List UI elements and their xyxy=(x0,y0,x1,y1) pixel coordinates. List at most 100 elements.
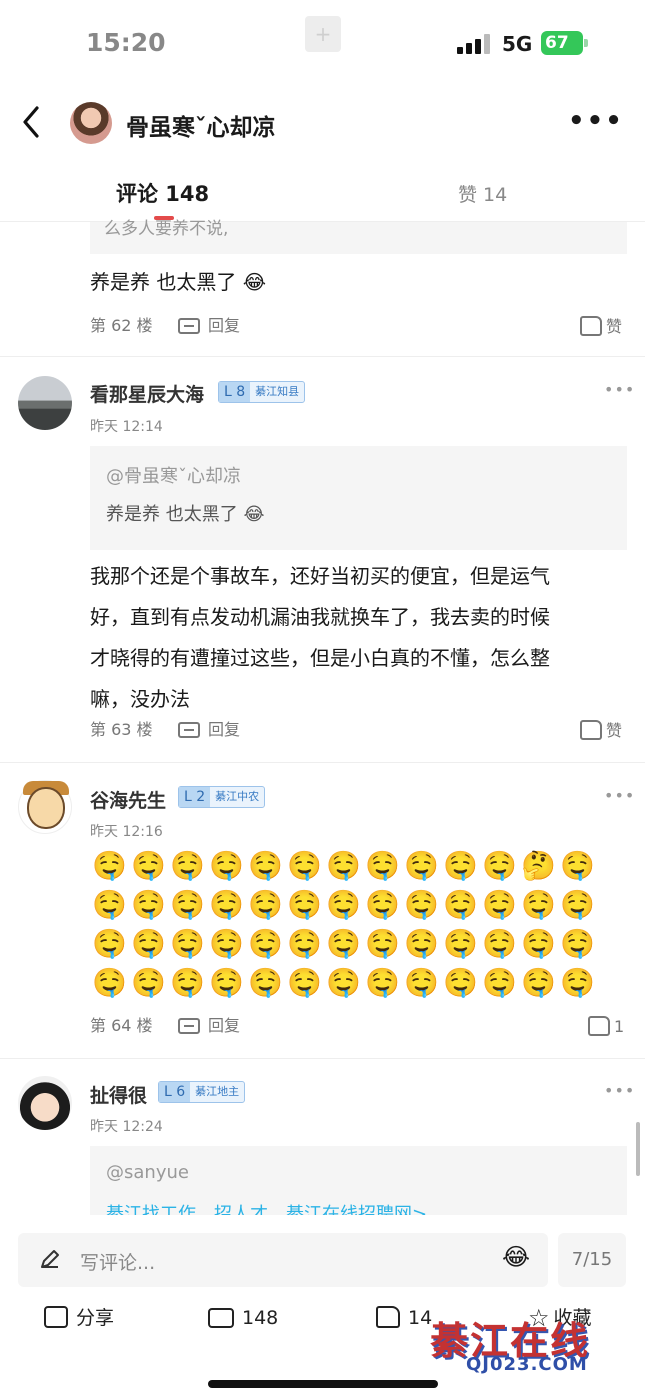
rank-title: 綦江中农 xyxy=(215,790,260,803)
scrollbar[interactable] xyxy=(636,1122,640,1176)
divider xyxy=(0,762,645,763)
emoji: 🤤 xyxy=(170,966,205,999)
avatar[interactable] xyxy=(18,780,72,834)
emoji: 🤤 xyxy=(560,966,595,999)
emoji: 🤤 xyxy=(326,888,361,921)
quoted-user: @sanyue xyxy=(106,1162,189,1183)
like-count: 1 xyxy=(614,1017,625,1036)
comment-text: 我那个还是个事故车，还好当初买的便宜，但是运气 好，直到有点发动机漏油我就换车了… xyxy=(90,556,550,720)
emoji: 🤤 xyxy=(131,849,166,882)
tab-likes[interactable]: 赞 14 xyxy=(458,180,507,207)
back-icon[interactable] xyxy=(18,104,48,140)
floor-label: 第 62 楼 xyxy=(90,316,153,335)
reply-label: 回复 xyxy=(208,1016,241,1035)
avatar[interactable] xyxy=(18,1076,72,1130)
emoji: 🤤 xyxy=(131,888,166,921)
floor-label: 第 63 楼 xyxy=(90,720,153,739)
emoji: 🤤 xyxy=(326,927,361,960)
signal-icon xyxy=(457,34,491,54)
share-icon xyxy=(44,1306,68,1328)
emoji: 🤤 xyxy=(170,849,205,882)
home-indicator[interactable] xyxy=(208,1380,438,1388)
comment-button[interactable]: 148 xyxy=(208,1303,278,1333)
emoji: 🤤 xyxy=(560,849,595,882)
emoji: 🤤 xyxy=(482,966,517,999)
emoji: 🤤 xyxy=(560,888,595,921)
username[interactable]: 看那星辰大海 xyxy=(90,380,204,407)
emoji: 🤤 xyxy=(404,966,439,999)
emoji: 🤤 xyxy=(170,888,205,921)
tab-comments[interactable]: 评论 148 xyxy=(116,178,209,208)
more-icon[interactable]: ••• xyxy=(568,106,622,136)
like-post-button[interactable]: 14 xyxy=(376,1303,432,1333)
emoji-icon[interactable]: 😂 xyxy=(502,1243,530,1271)
emoji-row: 🤤 🤤 🤤 🤤 🤤 🤤 🤤 🤤 🤤 🤤 🤤 🤤 🤤 xyxy=(90,963,610,1002)
reply-button[interactable]: 回复 xyxy=(178,314,240,338)
emoji: 🤤 xyxy=(92,888,127,921)
nav-bar: 骨虽寒ˇ心却凉 ••• xyxy=(0,88,645,156)
reply-icon xyxy=(178,318,200,334)
quoted-comment: 么多人要养不说, xyxy=(90,219,627,254)
emoji: 🤤 xyxy=(209,849,244,882)
username[interactable]: 谷海先生 xyxy=(90,786,166,813)
emoji-row: 🤤 🤤 🤤 🤤 🤤 🤤 🤤 🤤 🤤 🤤 🤤 🤤 🤤 xyxy=(90,924,610,963)
comment-count: 148 xyxy=(242,1307,279,1329)
comment-more-icon[interactable]: ••• xyxy=(604,380,635,399)
emoji: 🤤 xyxy=(92,927,127,960)
comment-more-icon[interactable]: ••• xyxy=(604,1081,635,1100)
like-button[interactable]: 赞 xyxy=(580,314,622,340)
author-name[interactable]: 骨虽寒ˇ心却凉 xyxy=(126,108,276,142)
emoji: 🤤 xyxy=(248,888,283,921)
level-badge: L 6 綦江地主 xyxy=(158,1081,246,1103)
avatar[interactable] xyxy=(18,376,72,430)
author-avatar[interactable] xyxy=(70,102,112,144)
emoji: 🤤 xyxy=(482,927,517,960)
like-button[interactable]: 赞 xyxy=(580,718,622,744)
status-bar: 15:20 + 5G 67 xyxy=(0,0,645,88)
comment-time: 昨天 12:16 xyxy=(90,824,163,840)
comment-more-icon[interactable]: ••• xyxy=(604,786,635,805)
reply-icon xyxy=(178,722,200,738)
quoted-text: 么多人要养不说, xyxy=(104,219,229,239)
comment-time: 昨天 12:14 xyxy=(90,419,163,435)
network-label: 5G xyxy=(502,32,533,56)
reply-button[interactable]: 回复 xyxy=(178,718,240,742)
share-label: 分享 xyxy=(76,1307,115,1329)
emoji: 🤤 xyxy=(365,849,400,882)
tab-bar: 评论 148 赞 14 xyxy=(0,156,645,222)
comment-line: 好，直到有点发动机漏油我就换车了，我去卖的时候 xyxy=(90,605,550,629)
thumb-up-icon xyxy=(376,1306,400,1328)
emoji: 🤤 xyxy=(521,927,556,960)
reply-button[interactable]: 回复 xyxy=(178,1014,240,1038)
site-watermark: 綦江在线 QJ023.COM xyxy=(430,1310,630,1380)
divider xyxy=(0,356,645,357)
battery-icon: 67 xyxy=(541,31,589,55)
quoted-link[interactable]: 綦江找工作，招人才，綦江在线招聘网> xyxy=(106,1200,427,1215)
comment-input[interactable]: 写评论... 😂 xyxy=(18,1233,548,1287)
quoted-comment: @骨虽寒ˇ心却凉 养是养 也太黑了 😂 xyxy=(90,446,627,550)
battery-level: 67 xyxy=(541,31,583,55)
emoji: 🤤 xyxy=(365,888,400,921)
share-button[interactable]: 分享 xyxy=(44,1303,114,1333)
username[interactable]: 扯得很 xyxy=(90,1081,147,1108)
emoji: 🤤 xyxy=(287,849,322,882)
emoji: 🤤 xyxy=(209,927,244,960)
emoji: 🤤 xyxy=(560,927,595,960)
page-indicator[interactable]: 7/15 xyxy=(558,1233,626,1287)
thumb-up-icon xyxy=(580,720,602,740)
emoji: 🤤 xyxy=(443,888,478,921)
like-count: 14 xyxy=(408,1307,433,1329)
like-button[interactable]: 1 xyxy=(588,1014,624,1040)
level-label: L 2 xyxy=(179,787,211,807)
like-label: 赞 xyxy=(606,721,623,740)
emoji: 🤤 xyxy=(443,927,478,960)
plus-icon: + xyxy=(305,16,341,52)
emoji-content: 🤤 🤤 🤤 🤤 🤤 🤤 🤤 🤤 🤤 🤤 🤤 🤔 🤤 🤤 🤤 🤤 🤤 🤤 🤤 🤤 🤤 🤤 🤤 🤤 🤤 🤤 🤤 🤤 🤤 🤤 🤤 🤤 🤤 🤤 🤤 🤤 🤤 🤤 🤤 🤤… xyxy=(90,846,610,1002)
quoted-text: 养是养 也太黑了 😂 xyxy=(106,504,265,525)
emoji: 🤤 xyxy=(209,888,244,921)
emoji: 🤔 xyxy=(521,849,556,882)
emoji: 🤤 xyxy=(248,966,283,999)
comment-icon xyxy=(208,1308,234,1328)
emoji: 🤤 xyxy=(365,966,400,999)
emoji: 🤤 xyxy=(287,966,322,999)
